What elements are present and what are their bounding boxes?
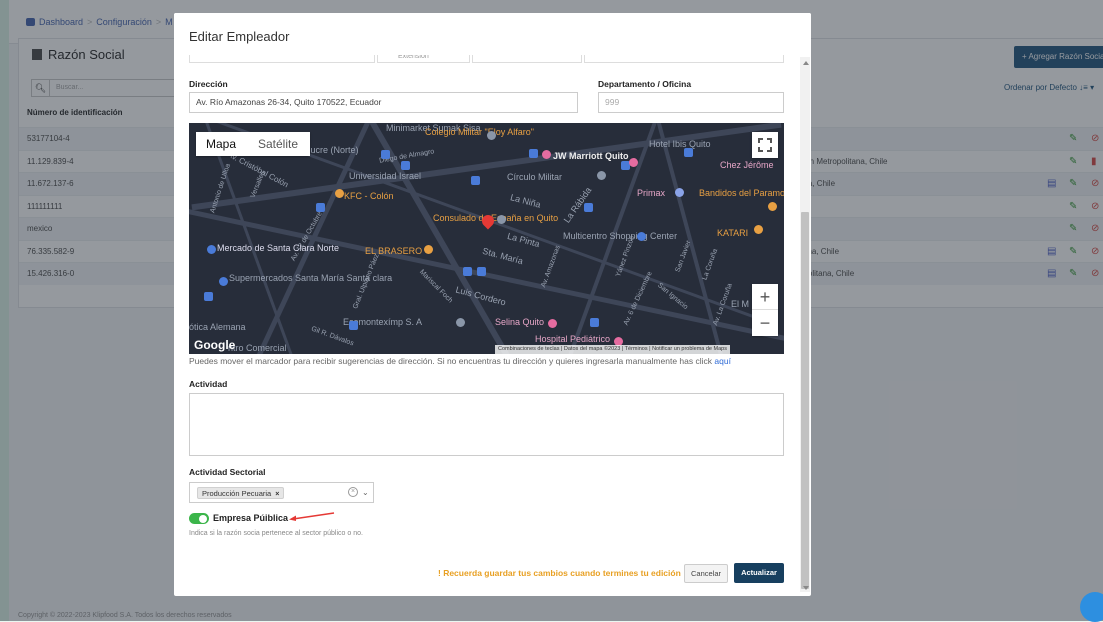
map-label: JW Marriott Quito (553, 151, 629, 161)
market-icon (219, 277, 228, 286)
poi-icon (316, 203, 325, 212)
school-icon (487, 131, 496, 140)
chevron-down-icon[interactable]: ⌄ (362, 488, 369, 497)
chat-button[interactable] (1080, 592, 1103, 622)
scroll-up-icon[interactable] (803, 61, 809, 65)
landmark-icon (597, 171, 606, 180)
map-label: Primax (637, 188, 666, 198)
map-label: Sta. María (481, 245, 525, 267)
annotation-arrow-icon (289, 512, 335, 521)
hotel-icon (548, 319, 557, 328)
landmark-icon (456, 318, 465, 327)
poi-icon (684, 148, 693, 157)
clear-icon[interactable]: × (348, 487, 358, 497)
scroll-thumb[interactable] (801, 212, 809, 589)
google-map[interactable]: Minimarket Sumak Sisa Colegio Militar "E… (189, 123, 784, 354)
landmark-icon (497, 215, 506, 224)
restaurant-icon (335, 189, 344, 198)
zoom-in-button[interactable]: + (752, 284, 778, 310)
poi-icon (401, 161, 410, 170)
direccion-input[interactable]: Av. Río Amazonas 26-34, Quito 170522, Ec… (189, 92, 578, 113)
map-label: ótica Alemana (189, 322, 246, 332)
poi-icon (349, 321, 358, 330)
save-reminder: ! Recuerda guardar tus cambios cuando te… (438, 568, 681, 578)
zoom-out-button[interactable]: − (752, 310, 778, 336)
map-label: La Niña (509, 192, 542, 210)
map-label: Círculo Militar (507, 172, 563, 182)
map-label: ntro Comercial (228, 343, 287, 353)
manual-address-link[interactable]: aquí (714, 356, 731, 366)
map-label: Colegio Militar "Eloy Alfaro" (425, 127, 534, 137)
restaurant-icon (754, 225, 763, 234)
poi-icon (204, 292, 213, 301)
modal-scrollbar[interactable] (800, 57, 810, 592)
map-label: Hospital Pediátrico (535, 334, 611, 344)
map-label: Selina Quito (495, 317, 545, 327)
actividad-sectorial-label: Actividad Sectorial (189, 467, 266, 477)
chip-remove-icon[interactable]: × (275, 491, 279, 498)
actividad-label: Actividad (189, 379, 228, 389)
actividad-sectorial-select[interactable]: Producción Pecuaria × × ⌄ (189, 482, 374, 503)
market-icon (207, 245, 216, 254)
map-label: Consulado de España en Quito (433, 213, 559, 223)
gas-station-icon (675, 188, 684, 197)
selected-chip: Producción Pecuaria × (197, 487, 285, 499)
google-logo: Google (194, 338, 236, 352)
map-label: Mariscal Foch (417, 268, 454, 305)
map-label: KFC - Colón (344, 191, 394, 201)
map-label: Mercado de Santa Clara Norte (217, 243, 340, 253)
map-label: San Javier (674, 239, 693, 274)
map-label: Hotel Ibis Quito (649, 139, 711, 149)
map-label: Multicentro Shopping Center (563, 231, 678, 241)
poi-icon (584, 203, 593, 212)
cancel-button[interactable]: Cancelar (684, 564, 728, 583)
tab-satellite[interactable]: Satélite (246, 132, 310, 156)
map-label: El M (731, 299, 749, 309)
modal-title: Editar Empleador (189, 29, 290, 44)
departamento-label: Departamento / Oficina (598, 79, 692, 89)
zoom-control: + − (752, 284, 778, 336)
map-label: Universidad Israel (349, 171, 422, 181)
empresa-publica-description: Indica si la razón socia pertenece al se… (189, 530, 363, 537)
map-label: Av. 6 de Diciembre (622, 270, 654, 327)
empresa-publica-label: Empresa Púiblica (213, 513, 289, 523)
poi-icon (463, 267, 472, 276)
poi-icon (590, 318, 599, 327)
actividad-textarea[interactable] (189, 393, 784, 456)
map-label: Av. Amazonas (540, 244, 562, 289)
map-label: Chez Jérôme (720, 160, 774, 170)
map-label: Gil R. Dávalos (310, 325, 355, 348)
tab-map[interactable]: Mapa (196, 132, 246, 156)
hotel-icon (542, 150, 551, 159)
scroll-down-icon[interactable] (803, 586, 809, 590)
departamento-input[interactable]: 999 (598, 92, 784, 113)
shopping-icon (637, 232, 646, 241)
direccion-label: Dirección (189, 79, 228, 89)
poi-icon (381, 150, 390, 159)
map-help-text: Puedes mover el marcador para recibir su… (189, 356, 731, 366)
update-button[interactable]: Actualizar (734, 563, 784, 583)
restaurant-icon (768, 202, 777, 211)
map-label: Bandidos del Paramo (699, 188, 784, 198)
restaurant-icon (424, 245, 433, 254)
empresa-publica-toggle[interactable] (189, 513, 209, 524)
map-label: La Coruña (701, 247, 720, 282)
map-type-tabs: Mapa Satélite (196, 132, 310, 156)
poi-icon (477, 267, 486, 276)
map-label: KATARI (717, 228, 749, 238)
poi-icon (529, 149, 538, 158)
poi-icon (471, 176, 480, 185)
modal-header: Editar Empleador (174, 13, 811, 55)
fullscreen-icon[interactable] (752, 132, 778, 158)
hotel-icon (629, 158, 638, 167)
map-attribution[interactable]: Combinaciones de teclas | Datos del mapa… (495, 345, 730, 354)
edit-employer-modal: Extensión Editar Empleador Dirección Av.… (174, 13, 811, 596)
